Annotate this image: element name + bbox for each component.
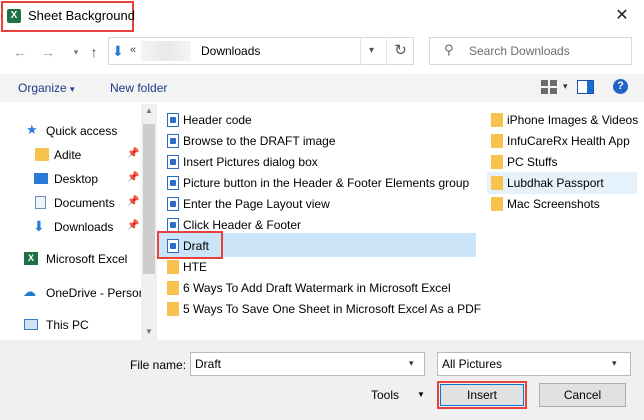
folder-name: InfuCareRx Health App xyxy=(507,134,630,148)
preview-pane-icon[interactable] xyxy=(577,80,594,94)
folder-name: Lubdhak Passport xyxy=(507,176,604,190)
file-name-input[interactable] xyxy=(190,352,425,376)
nav-item-downloads[interactable]: ⬇ Downloads 📌 xyxy=(0,217,141,237)
file-name-label: File name: xyxy=(130,358,187,372)
folder-icon xyxy=(167,281,179,295)
navigation-pane: ★ Quick access Adite 📌 Desktop 📌 Documen… xyxy=(0,104,141,340)
chevron-down-icon[interactable]: ▾ xyxy=(409,358,414,369)
search-placeholder: Search Downloads xyxy=(469,44,570,58)
file-name: Header code xyxy=(183,113,252,127)
image-file-icon xyxy=(167,197,179,211)
downloads-icon: ⬇ xyxy=(33,218,45,234)
close-button[interactable]: ✕ xyxy=(604,4,640,28)
nav-scrollbar-thumb[interactable] xyxy=(143,124,155,274)
folder-icon xyxy=(491,155,503,169)
file-name-value[interactable]: Draft xyxy=(195,357,221,371)
folder-name: iPhone Images & Videos xyxy=(507,113,639,127)
new-folder-button[interactable]: New folder xyxy=(110,81,167,95)
file-type-value[interactable]: All Pictures xyxy=(442,357,502,371)
folder-name: HTE xyxy=(183,260,207,274)
nav-label: Downloads xyxy=(54,220,114,234)
nav-item-adite[interactable]: Adite 📌 xyxy=(0,145,141,165)
file-name: Click Header & Footer xyxy=(183,218,302,232)
breadcrumb-downloads[interactable]: Downloads xyxy=(201,44,260,58)
nav-item-quick-access[interactable]: ★ Quick access xyxy=(0,121,141,141)
file-name: Enter the Page Layout view xyxy=(183,197,330,211)
chevron-down-icon[interactable]: ▾ xyxy=(612,358,617,369)
cancel-button[interactable]: Cancel xyxy=(539,383,626,407)
nav-label: Quick access xyxy=(46,124,118,138)
pin-icon: 📌 xyxy=(127,220,140,231)
file-name: Browse to the DRAFT image xyxy=(183,134,336,148)
folder-icon xyxy=(491,134,503,148)
nav-label: This PC xyxy=(46,318,89,332)
folder-icon xyxy=(35,148,49,161)
desktop-icon xyxy=(34,173,48,184)
nav-item-this-pc[interactable]: This PC xyxy=(0,315,141,335)
folder-name: PC Stuffs xyxy=(507,155,558,169)
scroll-down-icon[interactable]: ▼ xyxy=(141,327,157,336)
nav-item-documents[interactable]: Documents 📌 xyxy=(0,193,141,213)
excel-app-icon: X xyxy=(7,9,21,23)
help-icon[interactable]: ? xyxy=(613,79,628,94)
recent-locations-chevron-icon[interactable]: ▾ xyxy=(66,42,86,62)
file-name: Insert Pictures dialog box xyxy=(183,155,318,169)
chevron-down-icon[interactable]: ▼ xyxy=(417,390,425,399)
pin-icon: 📌 xyxy=(127,172,140,183)
image-file-icon xyxy=(167,113,179,127)
refresh-icon[interactable]: ↻ xyxy=(386,37,414,65)
excel-icon: X xyxy=(24,252,38,265)
organize-menu-button[interactable]: Organize ▾ xyxy=(18,81,75,95)
forward-arrow-icon[interactable]: → xyxy=(38,42,58,62)
folder-name: 6 Ways To Add Draft Watermark in Microso… xyxy=(183,281,451,295)
documents-icon xyxy=(35,196,46,209)
nav-label: OneDrive - Persor xyxy=(46,286,141,300)
nav-label: Microsoft Excel xyxy=(46,252,128,266)
download-folder-icon: ⬇ xyxy=(112,43,124,59)
insert-button[interactable]: Insert xyxy=(440,384,524,406)
folder-icon xyxy=(167,302,179,316)
back-arrow-icon[interactable]: ← xyxy=(10,42,30,62)
folder-name: 5 Ways To Save One Sheet in Microsoft Ex… xyxy=(183,302,482,316)
breadcrumb-overflow-icon[interactable]: « xyxy=(130,44,136,56)
up-arrow-icon[interactable]: ↑ xyxy=(84,42,104,62)
view-dropdown-icon[interactable]: ▾ xyxy=(563,81,568,92)
nav-label: Adite xyxy=(54,148,82,162)
blurred-breadcrumb xyxy=(141,41,191,61)
chevron-down-icon: ▾ xyxy=(70,84,75,94)
file-name: Picture button in the Header & Footer El… xyxy=(183,176,470,190)
view-options-icon[interactable] xyxy=(541,80,559,94)
nav-item-microsoft-excel[interactable]: X Microsoft Excel xyxy=(0,249,141,269)
folder-icon xyxy=(167,260,179,274)
folder-name: Mac Screenshots xyxy=(507,197,600,211)
image-file-icon xyxy=(167,155,179,169)
organize-label: Organize xyxy=(18,81,67,95)
address-dropdown-icon[interactable]: ▾ xyxy=(360,37,382,65)
star-icon: ★ xyxy=(26,122,38,137)
image-file-icon xyxy=(167,134,179,148)
nav-label: Desktop xyxy=(54,172,99,186)
folder-icon xyxy=(491,197,503,211)
pc-icon xyxy=(24,319,38,330)
folder-icon xyxy=(491,113,503,127)
nav-item-desktop[interactable]: Desktop 📌 xyxy=(0,169,141,189)
scroll-up-icon[interactable]: ▲ xyxy=(141,106,157,115)
pin-icon: 📌 xyxy=(127,148,140,159)
tools-menu-button[interactable]: Tools xyxy=(371,388,399,402)
image-file-icon xyxy=(167,176,179,190)
search-icon: ⚲ xyxy=(444,42,454,57)
pin-icon: 📌 xyxy=(127,196,140,207)
folder-icon xyxy=(491,176,503,190)
cloud-icon: ☁ xyxy=(23,284,36,299)
window-title: Sheet Background xyxy=(28,8,135,23)
draft-highlight-box xyxy=(157,231,223,259)
nav-label: Documents xyxy=(54,196,115,210)
image-file-icon xyxy=(167,218,179,232)
nav-item-onedrive[interactable]: ☁ OneDrive - Persor xyxy=(0,283,141,303)
